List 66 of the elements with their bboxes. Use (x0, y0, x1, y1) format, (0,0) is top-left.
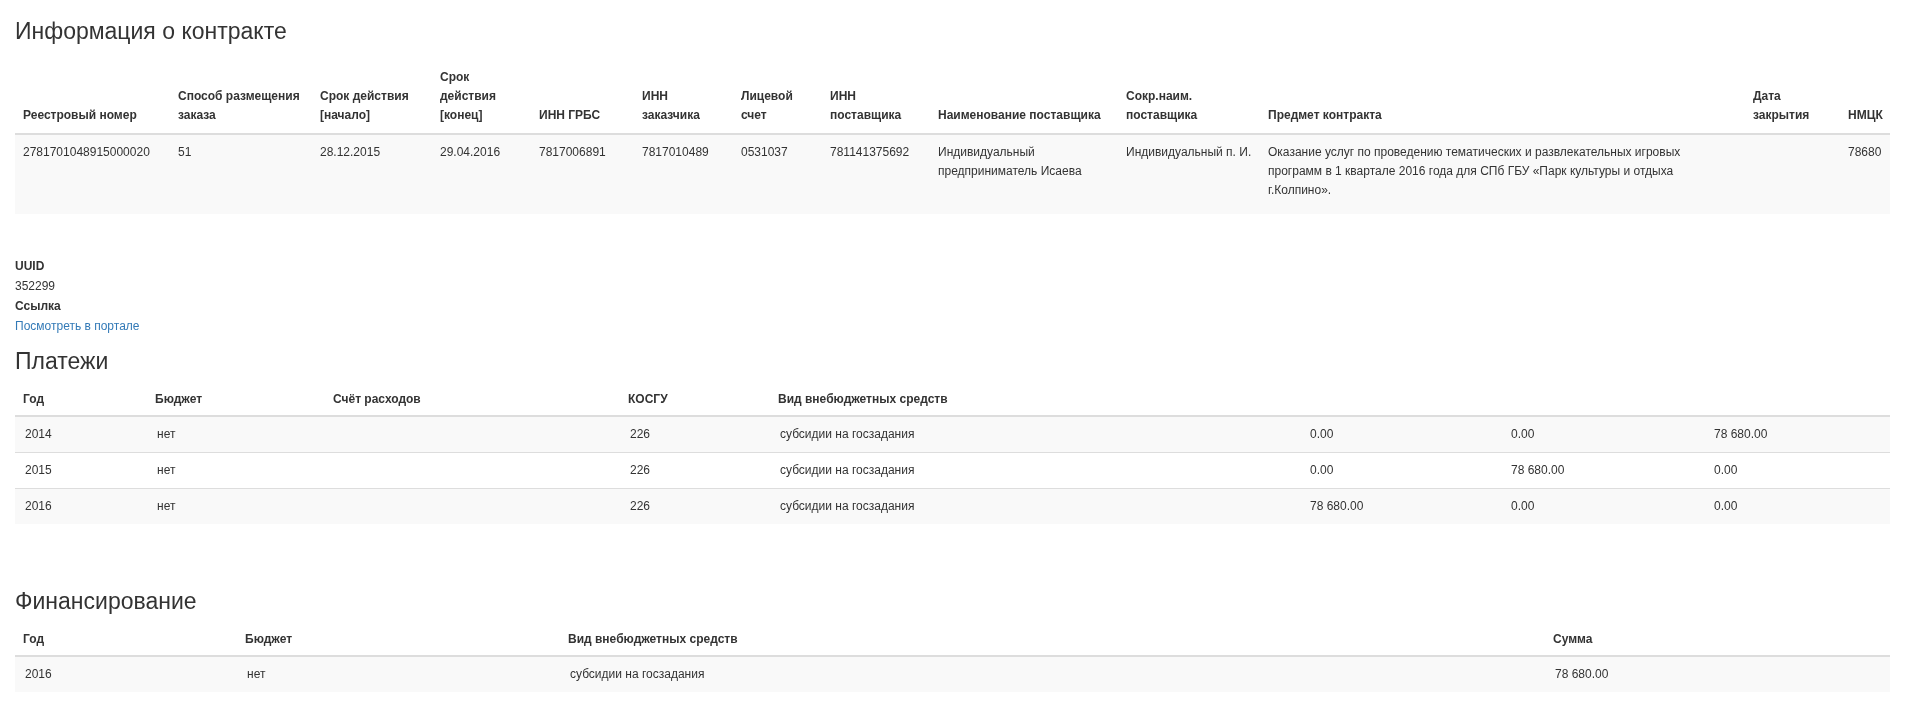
table-cell: субсидии на госзадания (780, 499, 915, 513)
column-header: Счёт расходов (333, 392, 421, 406)
table-cell: нет (157, 463, 176, 477)
column-header: Бюджет (245, 632, 293, 646)
column-header: Сокр.наим. поставщика (1126, 89, 1198, 122)
table-cell: 0531037 (741, 145, 788, 159)
table-cell: 0.00 (1310, 463, 1334, 477)
table-cell: 2014 (25, 427, 52, 441)
column-header: Вид внебюджетных средств (778, 392, 948, 406)
table-cell: 226 (630, 427, 651, 441)
table-cell: субсидии на госзадания (780, 463, 915, 477)
table-cell: нет (157, 499, 176, 513)
column-header: НМЦК (1848, 108, 1883, 122)
table-cell: 29.04.2016 (440, 145, 501, 159)
section-heading: Платежи (15, 348, 110, 374)
table-cell: 78 680.00 (1511, 463, 1565, 477)
column-header: Дата закрытия (1753, 89, 1810, 122)
table-cell: Оказание услуг по проведению тематических и развлекательных игровых программ в 1 квартале 2016 года для СПб ГБУ «Парк культуры и отдыха г.Колпино». (1268, 145, 1681, 197)
table-cell: 0.00 (1310, 427, 1334, 441)
table-cell: 78 680.00 (1714, 427, 1768, 441)
column-header: КОСГУ (628, 392, 668, 406)
table-cell: 78 680.00 (1310, 499, 1364, 513)
table-cell: 0.00 (1511, 427, 1535, 441)
table-cell: 226 (630, 499, 651, 513)
table-cell: субсидии на госзадания (570, 667, 705, 681)
table-cell: 0.00 (1714, 499, 1738, 513)
column-header: Предмет контракта (1268, 108, 1382, 122)
table-cell: Индивидуальный предприниматель Исаева (938, 145, 1082, 178)
table-cell: нет (157, 427, 176, 441)
table-cell: 28.12.2015 (320, 145, 381, 159)
column-header: Срок действия [начало] (320, 89, 409, 122)
section-heading: Информация о контракте (15, 18, 288, 44)
field-label: Ссылка (15, 298, 62, 315)
table-cell: 226 (630, 463, 651, 477)
table-cell: 78 680.00 (1555, 667, 1609, 681)
column-header: Реестровый номер (23, 108, 137, 122)
table-cell: 0.00 (1714, 463, 1738, 477)
column-header: Год (23, 632, 44, 646)
section-heading: Финансирование (15, 588, 198, 614)
column-header: ИНН заказчика (642, 89, 700, 122)
table-cell: 7817006891 (539, 145, 606, 159)
table-cell: 2016 (25, 499, 52, 513)
table-cell: 2015 (25, 463, 52, 477)
column-header: Наименование поставщика (938, 108, 1101, 122)
portal-link[interactable]: Посмотреть в портале (15, 319, 140, 333)
column-header: ИНН поставщика (830, 89, 902, 122)
column-header: ИНН ГРБС (539, 108, 601, 122)
column-header: Способ размещения заказа (178, 89, 300, 122)
table-cell: субсидии на госзадания (780, 427, 915, 441)
column-header: Лицевой счет (741, 89, 793, 122)
table-cell: 781141375692 (830, 145, 910, 159)
field-value: 352299 (15, 279, 56, 293)
table-cell: 0.00 (1511, 499, 1535, 513)
column-header: Срок действия [конец] (440, 70, 496, 122)
table-cell: 78680 (1848, 145, 1882, 159)
column-header: Год (23, 392, 44, 406)
table-cell: Индивидуальный п. И. (1126, 145, 1252, 159)
table-cell: 7817010489 (642, 145, 709, 159)
table-cell: 2781701048915000020 (23, 145, 150, 159)
table-cell: 2016 (25, 667, 52, 681)
table-cell: нет (247, 667, 266, 681)
column-header: Сумма (1553, 632, 1593, 646)
column-header: Вид внебюджетных средств (568, 632, 738, 646)
column-header: Бюджет (155, 392, 203, 406)
field-label: UUID (15, 258, 46, 275)
table-cell: 51 (178, 145, 192, 159)
